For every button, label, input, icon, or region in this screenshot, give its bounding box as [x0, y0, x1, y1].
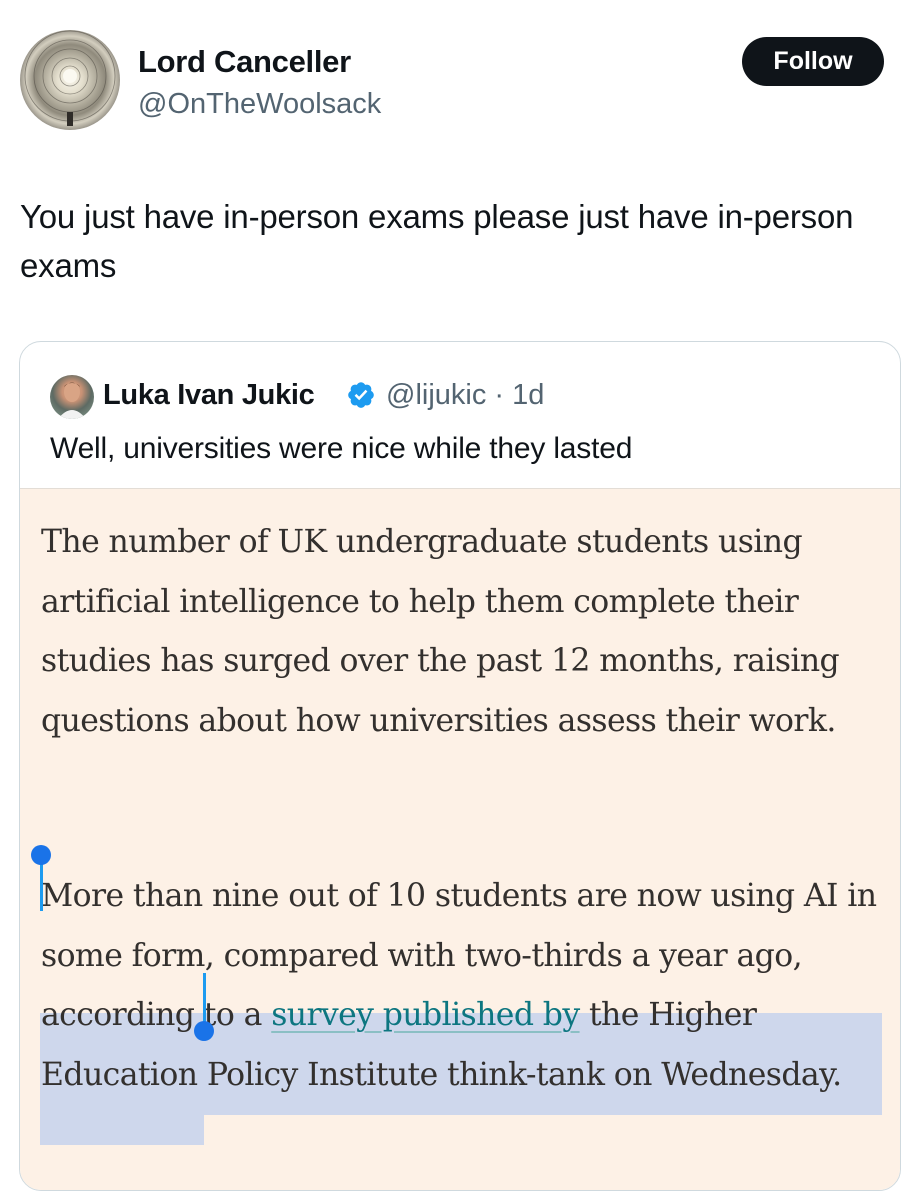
quoted-author-name[interactable]: Luka Ivan Jukic: [103, 379, 315, 412]
quoted-tweet-card[interactable]: Luka Ivan Jukic @lijukic · 1d Well, univ…: [19, 341, 901, 1191]
quoted-tweet-text: Well, universities were nice while they …: [50, 432, 633, 465]
selection-start-handle-dot[interactable]: [31, 845, 51, 865]
author-avatar[interactable]: [20, 30, 120, 130]
text-selection-highlight: [40, 1115, 204, 1145]
article-paragraph: The number of UK undergraduate students …: [41, 524, 840, 739]
follow-button[interactable]: Follow: [742, 37, 884, 86]
author-handle[interactable]: @OnTheWoolsack: [138, 88, 381, 121]
dante-engraving-icon: [24, 30, 116, 126]
selection-end-handle[interactable]: [203, 973, 206, 1027]
verified-badge-icon: [348, 382, 374, 408]
article-screenshot[interactable]: The number of UK undergraduate students …: [20, 488, 900, 1190]
profile-photo-icon: [58, 382, 86, 419]
quoted-author-avatar[interactable]: [50, 375, 94, 419]
tweet-text: You just have in-person exams please jus…: [20, 198, 854, 284]
author-name[interactable]: Lord Canceller: [138, 44, 351, 80]
quoted-handle-timestamp[interactable]: @lijukic · 1d: [386, 379, 544, 412]
selection-end-handle-dot[interactable]: [194, 1021, 214, 1041]
article-paragraph: More than nine out of 10 students are no…: [41, 867, 891, 1105]
selection-start-handle[interactable]: [40, 859, 43, 911]
survey-link[interactable]: survey published by: [271, 997, 580, 1033]
